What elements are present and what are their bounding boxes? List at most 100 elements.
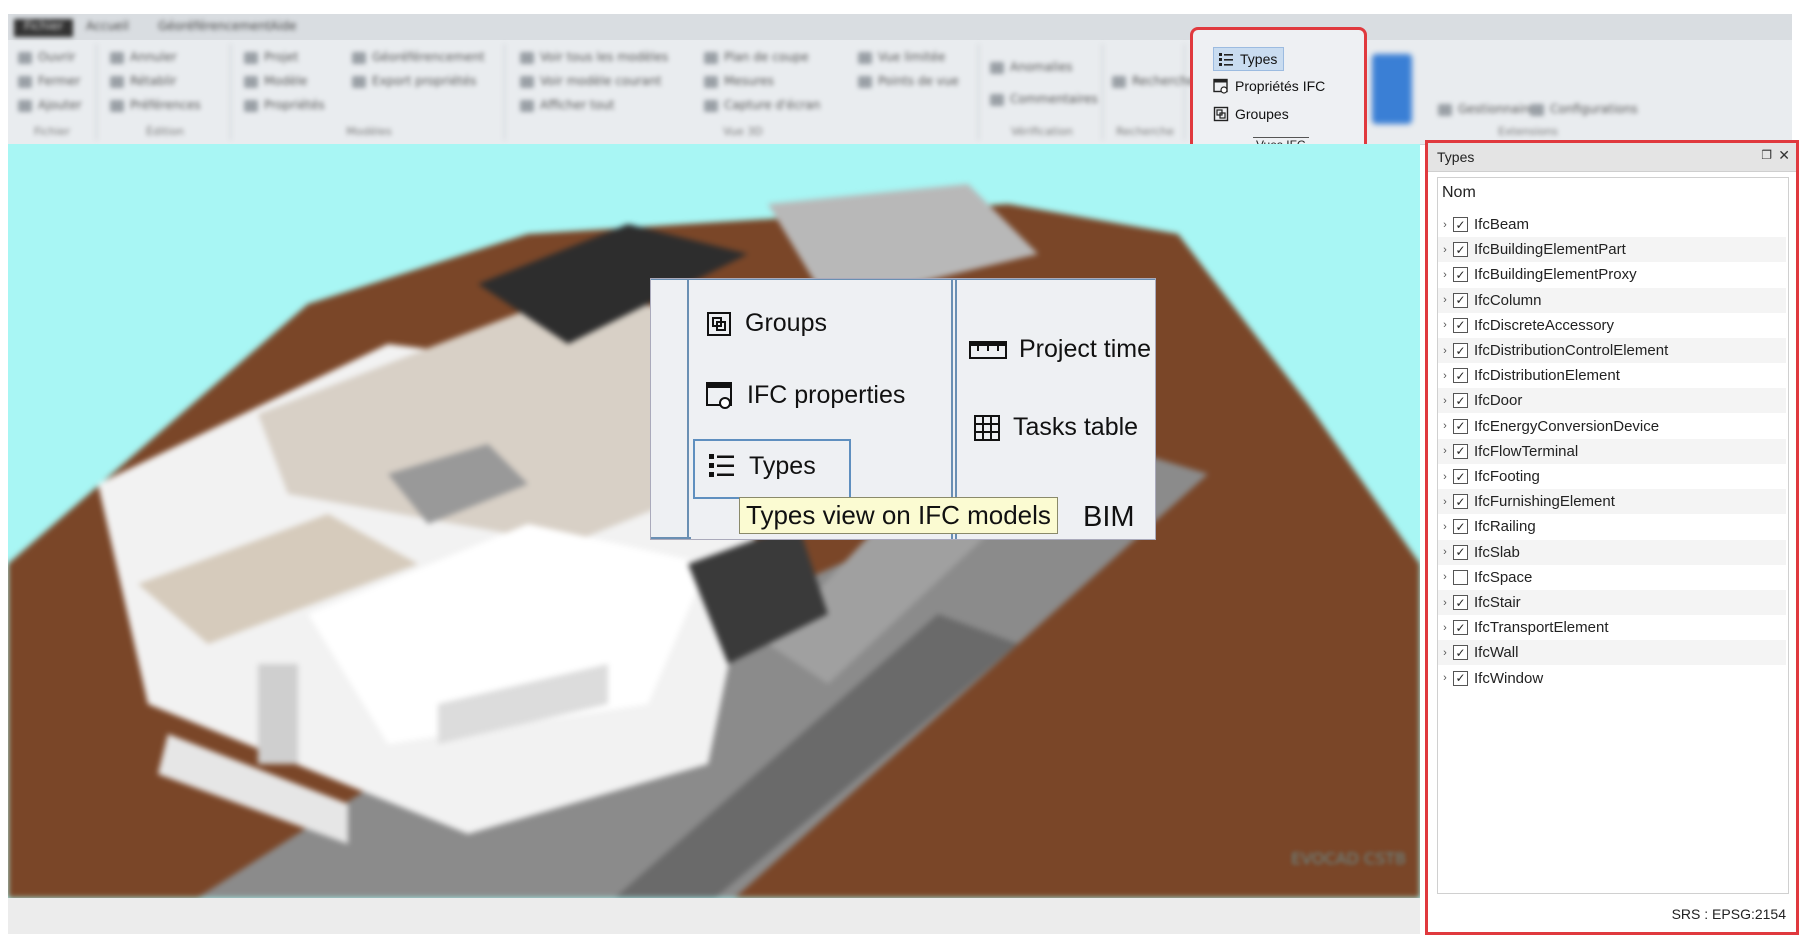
zoom-project-time-label: Project time bbox=[1019, 335, 1151, 363]
checkbox[interactable]: ✓ bbox=[1453, 292, 1468, 308]
export-properties-button[interactable]: Export propriétés bbox=[352, 74, 476, 88]
list-item[interactable]: › ✓ IfcWall bbox=[1438, 640, 1786, 666]
manager-button[interactable]: Gestionnaire bbox=[1438, 102, 1534, 116]
tab-georeferencing[interactable]: Géoréférencement bbox=[158, 19, 271, 37]
tab-file[interactable]: Fichier bbox=[14, 19, 74, 37]
list-item[interactable]: › ✓ IfcWindow bbox=[1438, 666, 1786, 691]
chevron-right-icon[interactable]: › bbox=[1439, 521, 1451, 533]
checkbox[interactable]: ✓ bbox=[1453, 670, 1468, 686]
checkbox[interactable]: ✓ bbox=[1453, 443, 1468, 459]
checkbox[interactable]: ✓ bbox=[1453, 519, 1468, 535]
checkbox[interactable] bbox=[1453, 569, 1468, 585]
chevron-right-icon[interactable]: › bbox=[1439, 571, 1451, 583]
undo-button[interactable]: Annuler bbox=[110, 50, 177, 64]
checkbox[interactable]: ✓ bbox=[1453, 595, 1468, 610]
chevron-right-icon[interactable]: › bbox=[1439, 546, 1451, 558]
ifc-properties-button[interactable]: Propriétés IFC bbox=[1213, 75, 1325, 97]
checkbox[interactable]: ✓ bbox=[1453, 217, 1468, 232]
measures-button[interactable]: Mesures bbox=[704, 74, 774, 88]
project-button[interactable]: Projet bbox=[244, 50, 298, 64]
list-item[interactable]: › ✓ IfcSlab bbox=[1438, 539, 1786, 565]
georef-button[interactable]: Géoréférencement bbox=[352, 50, 485, 64]
zoom-ifc-properties-item[interactable]: IFC properties bbox=[705, 380, 905, 410]
checkbox[interactable]: ✓ bbox=[1453, 469, 1468, 484]
comments-button[interactable]: Commentaires bbox=[990, 92, 1098, 106]
types-view-button[interactable]: Types bbox=[1213, 47, 1285, 71]
list-item[interactable]: › ✓ IfcFooting bbox=[1438, 464, 1786, 489]
zoom-groups-label: Groups bbox=[745, 309, 827, 337]
checkbox[interactable]: ✓ bbox=[1453, 645, 1468, 661]
list-item[interactable]: › ✓ IfcBeam bbox=[1438, 212, 1786, 237]
add-button[interactable]: Ajouter bbox=[18, 98, 82, 112]
checkbox[interactable]: ✓ bbox=[1453, 544, 1468, 560]
close-icon[interactable]: ✕ bbox=[1778, 147, 1790, 164]
list-item[interactable]: › ✓ IfcDistributionElement bbox=[1438, 363, 1786, 388]
checkbox[interactable]: ✓ bbox=[1453, 267, 1468, 283]
chevron-right-icon[interactable]: › bbox=[1439, 294, 1451, 306]
model-button[interactable]: Modèle bbox=[244, 74, 307, 88]
checkbox[interactable]: ✓ bbox=[1453, 620, 1468, 636]
type-label: IfcFooting bbox=[1474, 468, 1540, 485]
checkbox[interactable]: ✓ bbox=[1453, 343, 1468, 358]
list-item[interactable]: › ✓ IfcStair bbox=[1438, 590, 1786, 615]
checkbox[interactable]: ✓ bbox=[1453, 317, 1468, 333]
screenshot-button[interactable]: Capture d'écran bbox=[704, 98, 820, 112]
chevron-right-icon[interactable]: › bbox=[1439, 395, 1451, 407]
open-button[interactable]: Ouvrir bbox=[18, 50, 75, 64]
groups-button[interactable]: Groupes bbox=[1213, 103, 1289, 125]
chevron-right-icon[interactable]: › bbox=[1439, 370, 1451, 382]
anomalies-button[interactable]: Anomalies bbox=[990, 60, 1073, 74]
list-item[interactable]: › ✓ IfcDoor bbox=[1438, 388, 1786, 414]
list-item[interactable]: › ✓ IfcFlowTerminal bbox=[1438, 438, 1786, 464]
checkbox[interactable]: ✓ bbox=[1453, 368, 1468, 384]
list-item[interactable]: › ✓ IfcEnergyConversionDevice bbox=[1438, 414, 1786, 439]
zoom-groups-item[interactable]: Groups bbox=[705, 309, 827, 338]
chevron-right-icon[interactable]: › bbox=[1439, 471, 1451, 483]
chevron-right-icon[interactable]: › bbox=[1439, 647, 1451, 659]
chevron-right-icon[interactable]: › bbox=[1439, 622, 1451, 634]
checkbox[interactable]: ✓ bbox=[1453, 393, 1468, 409]
search-button[interactable]: Recherche bbox=[1112, 74, 1195, 88]
preferences-button[interactable]: Préférences bbox=[110, 98, 201, 112]
chevron-right-icon[interactable]: › bbox=[1439, 420, 1451, 432]
redo-button[interactable]: Rétablir bbox=[110, 74, 176, 88]
list-item[interactable]: › ✓ IfcDistributionControlElement bbox=[1438, 338, 1786, 363]
list-item[interactable]: › ✓ IfcRailing bbox=[1438, 514, 1786, 539]
chevron-right-icon[interactable]: › bbox=[1439, 319, 1451, 331]
chevron-right-icon[interactable]: › bbox=[1439, 496, 1451, 508]
checkbox[interactable]: ✓ bbox=[1453, 418, 1468, 434]
list-item[interactable]: › ✓ IfcColumn bbox=[1438, 287, 1786, 313]
checkbox[interactable]: ✓ bbox=[1453, 494, 1468, 510]
ifc-views-group: Types Propriétés IFC Groupes Vues IFC bbox=[1190, 27, 1367, 157]
configurations-button[interactable]: Configurations bbox=[1530, 102, 1638, 116]
list-item[interactable]: › ✓ IfcFurnishingElement bbox=[1438, 489, 1786, 515]
list-item[interactable]: › IfcSpace bbox=[1438, 565, 1786, 590]
show-current-model-button[interactable]: Voir modèle courant bbox=[520, 74, 661, 88]
show-all-button[interactable]: Afficher tout bbox=[520, 98, 615, 112]
section-plane-button[interactable]: Plan de coupe bbox=[704, 50, 809, 64]
tab-home[interactable]: Accueil bbox=[86, 19, 129, 37]
chevron-right-icon[interactable]: › bbox=[1439, 445, 1451, 457]
zoom-types-item[interactable]: Types bbox=[707, 451, 816, 481]
list-item[interactable]: › ✓ IfcDiscreteAccessory bbox=[1438, 313, 1786, 338]
list-item[interactable]: › ✓ IfcBuildingElementPart bbox=[1438, 237, 1786, 263]
close-button[interactable]: Fermer bbox=[18, 74, 80, 88]
list-item[interactable]: › ✓ IfcBuildingElementProxy bbox=[1438, 262, 1786, 287]
limited-view-button[interactable]: Vue limitée bbox=[858, 50, 945, 64]
zoom-project-time-item[interactable]: Project time bbox=[969, 335, 1151, 364]
ribbon-group-edit: Annuler Rétablir Préférences Édition bbox=[100, 44, 231, 140]
chevron-right-icon[interactable]: › bbox=[1439, 345, 1451, 357]
chevron-right-icon[interactable]: › bbox=[1439, 269, 1451, 281]
chevron-right-icon[interactable]: › bbox=[1439, 672, 1451, 684]
viewpoints-button[interactable]: Points de vue bbox=[858, 74, 959, 88]
show-all-models-button[interactable]: Voir tous les modèles bbox=[520, 50, 668, 64]
tab-help[interactable]: Aide bbox=[270, 19, 297, 37]
checkbox[interactable]: ✓ bbox=[1453, 242, 1468, 258]
zoom-tasks-table-item[interactable]: Tasks table bbox=[973, 413, 1138, 442]
chevron-right-icon[interactable]: › bbox=[1439, 244, 1451, 256]
float-panel-icon[interactable]: ❐ bbox=[1761, 148, 1772, 162]
chevron-right-icon[interactable]: › bbox=[1439, 219, 1451, 231]
list-item[interactable]: › ✓ IfcTransportElement bbox=[1438, 615, 1786, 640]
chevron-right-icon[interactable]: › bbox=[1439, 597, 1451, 609]
properties-button[interactable]: Propriétés bbox=[244, 98, 325, 112]
